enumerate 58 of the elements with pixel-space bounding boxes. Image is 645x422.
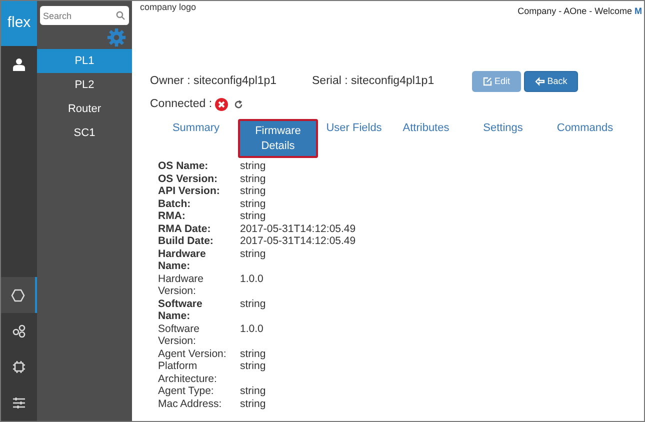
- circles-icon: [12, 324, 26, 338]
- field-label: Agent Version:: [158, 348, 228, 360]
- field-value: 2017-05-31T14:12:05.49: [240, 235, 357, 248]
- tab[interactable]: User Fields: [320, 119, 388, 138]
- field-label: Platform Architecture:: [158, 360, 218, 386]
- field-value: string: [240, 348, 267, 360]
- field-value: string: [240, 160, 267, 173]
- sidebar-item[interactable]: PL2: [37, 73, 132, 97]
- field-label: Software Name:: [158, 298, 204, 323]
- field-value: string: [240, 172, 267, 186]
- field-value: 1.0.0: [240, 322, 264, 337]
- sliders-icon: [12, 397, 26, 409]
- sidebar-item[interactable]: SC1: [37, 121, 132, 145]
- tab[interactable]: Attributes: [390, 119, 462, 138]
- field-label: Mac Address:: [158, 398, 223, 410]
- search-field[interactable]: Search: [40, 6, 129, 25]
- field-value: string: [240, 298, 267, 312]
- field-value: string: [240, 385, 267, 398]
- user-icon: [13, 58, 25, 70]
- field-value: string: [240, 185, 267, 198]
- field-label: Build Date:: [158, 235, 214, 248]
- sidebar-item[interactable]: PL1: [37, 49, 132, 73]
- tab[interactable]: Commands: [544, 119, 626, 138]
- serial-text: Serial : siteconfig4pl1p1: [312, 74, 436, 89]
- field-label: OS Version:: [158, 172, 219, 186]
- search-icon: [116, 11, 125, 20]
- field-value: string: [240, 198, 267, 210]
- chip-icon: [12, 360, 26, 374]
- field-label: RMA Date:: [158, 222, 212, 236]
- hexagon-icon: [11, 288, 25, 302]
- field-value: string: [240, 398, 267, 410]
- logo-text: company logo: [140, 1, 196, 14]
- app-logo: flex: [1, 1, 37, 46]
- field-value: 2017-05-31T14:12:05.49: [240, 222, 357, 236]
- hexagon-button[interactable]: [1, 277, 37, 313]
- owner-text: Owner : siteconfig4pl1p1: [150, 74, 278, 89]
- sidebar-item[interactable]: Router: [37, 97, 132, 121]
- field-label: API Version:: [158, 185, 221, 198]
- field-value: string: [240, 248, 267, 262]
- field-label: RMA:: [158, 210, 186, 223]
- field-label: Hardware Version:: [158, 272, 205, 298]
- field-value: 1.0.0: [240, 272, 264, 287]
- back-button[interactable]: Back: [524, 70, 578, 92]
- field-label: Software Version:: [158, 322, 200, 348]
- field-label: Hardware Name:: [158, 248, 207, 273]
- welcome-text: Company - AOne - Welcome M: [518, 5, 642, 18]
- tab[interactable]: Settings: [464, 119, 542, 138]
- field-label: Agent Type:: [158, 385, 215, 398]
- field-label: Batch:: [158, 198, 192, 210]
- field-label: OS Name:: [158, 160, 210, 173]
- tab[interactable]: Firmware Details: [238, 119, 318, 158]
- field-value: string: [240, 360, 267, 374]
- edit-icon: [483, 76, 492, 86]
- back-icon: [534, 76, 545, 86]
- field-value: string: [240, 210, 267, 223]
- connected-label: Connected :: [150, 97, 212, 112]
- refresh-icon[interactable]: [234, 100, 243, 110]
- tab[interactable]: Summary: [156, 119, 236, 138]
